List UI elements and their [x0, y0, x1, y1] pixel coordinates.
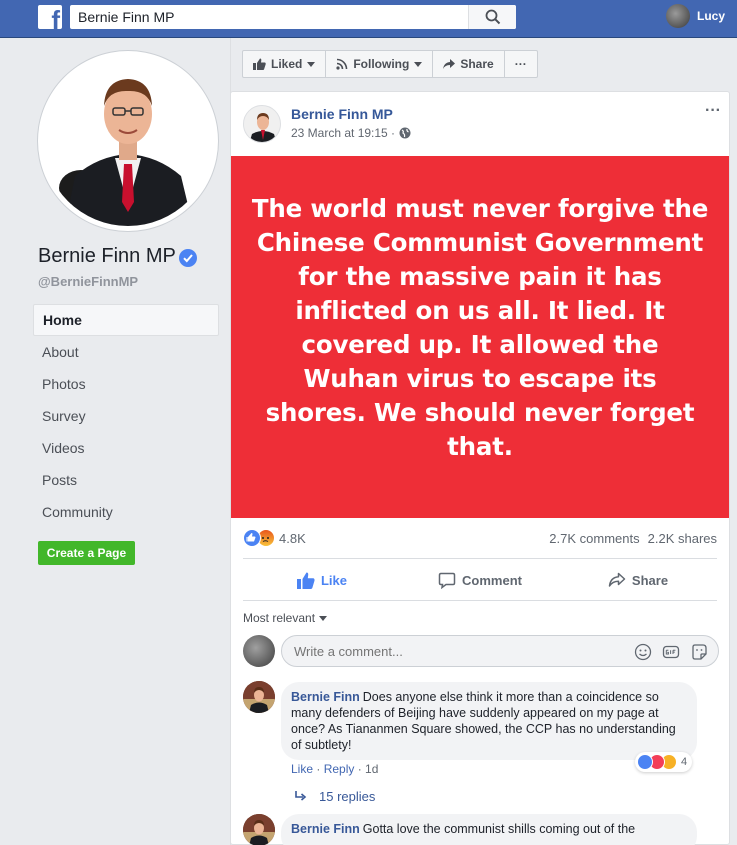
create-page-button[interactable]: Create a Page [38, 541, 135, 565]
comment-sort-dropdown[interactable]: Most relevant [243, 611, 328, 625]
nav-item-survey[interactable]: Survey [33, 400, 219, 432]
comments-count[interactable]: 2.7K comments [549, 531, 639, 546]
comment-like-link[interactable]: Like [291, 762, 313, 776]
comment-composer [281, 635, 719, 667]
page-actions: Liked Following Share ··· [242, 50, 538, 78]
nav-item-community[interactable]: Community [33, 496, 219, 528]
post-author-name[interactable]: Bernie Finn MP [291, 106, 393, 122]
globe-icon [399, 127, 411, 139]
liked-label: Liked [271, 57, 303, 71]
comment-author[interactable]: Bernie Finn [291, 822, 360, 836]
avatar[interactable] [243, 635, 275, 667]
share-button[interactable]: Share [559, 564, 717, 596]
more-options-button[interactable]: ··· [503, 50, 538, 78]
composer-icons [624, 643, 708, 661]
avatar[interactable] [243, 814, 275, 845]
share-arrow-icon [443, 58, 456, 69]
verified-badge-icon [179, 249, 197, 267]
comment-reactions[interactable]: 4 [635, 752, 693, 772]
search-input[interactable] [70, 5, 470, 29]
thumbs-up-icon [253, 58, 266, 70]
share-page-button[interactable]: Share [432, 50, 505, 78]
more-icon: ··· [514, 57, 527, 71]
page-nav: Home About Photos Survey Videos Posts Co… [33, 304, 219, 528]
view-replies-link[interactable]: 15 replies [295, 789, 375, 804]
chevron-down-icon [319, 615, 328, 621]
chevron-down-icon [414, 61, 423, 67]
comment-bubble: Bernie Finn Gotta love the communist shil… [281, 814, 697, 845]
like-reaction-icon [243, 529, 261, 547]
divider [243, 558, 717, 559]
facebook-logo-icon[interactable]: f [38, 5, 62, 33]
profile-photo [43, 56, 213, 226]
comment-icon [438, 572, 456, 589]
thumbs-up-icon [296, 572, 315, 589]
nav-item-about[interactable]: About [33, 336, 219, 368]
search-icon [485, 9, 501, 25]
post-options-button[interactable]: ··· [705, 102, 721, 120]
nav-item-videos[interactable]: Videos [33, 432, 219, 464]
like-label: Like [320, 572, 347, 588]
page-title: Bernie Finn MP [38, 245, 176, 267]
avatar[interactable] [666, 4, 690, 28]
comment-sort-label: Most relevant [243, 611, 316, 625]
reaction-count[interactable]: 4.8K [279, 531, 306, 546]
divider [243, 600, 717, 601]
share-label: Share [631, 572, 669, 588]
nav-item-home[interactable]: Home [33, 304, 219, 336]
comment-bubble: Bernie Finn Does anyone else think it mor… [281, 682, 697, 760]
post-time-text[interactable]: 23 March at 19:15 · [291, 126, 395, 140]
comment-reaction-count: 4 [681, 756, 688, 768]
post-card: Bernie Finn MP 23 March at 19:15 · ··· T… [230, 91, 730, 845]
comment-reply-link[interactable]: Reply [324, 762, 355, 776]
comment-actions: Like · Reply · 1d [291, 762, 379, 776]
top-bar: f Lucy [0, 0, 737, 38]
profile-picture[interactable] [38, 51, 218, 231]
rss-icon [336, 58, 348, 70]
comment-author[interactable]: Bernie Finn [291, 690, 360, 704]
comment-text: Gotta love the communist shills coming o… [362, 822, 636, 836]
search-button[interactable] [468, 5, 516, 29]
replies-count: 15 replies [319, 789, 376, 804]
post-stats: 2.7K comments 2.2K shares [549, 531, 717, 546]
liked-button[interactable]: Liked [242, 50, 327, 78]
nav-item-photos[interactable]: Photos [33, 368, 219, 400]
comment-label: Comment [462, 572, 522, 588]
post-action-bar: Like Comment Share [243, 564, 717, 596]
comment-button[interactable]: Comment [401, 564, 559, 596]
comment-age[interactable]: 1d [365, 762, 378, 776]
avatar[interactable] [243, 105, 281, 143]
following-button[interactable]: Following [325, 50, 434, 78]
like-reaction-icon [637, 754, 653, 770]
page-handle[interactable]: @BernieFinnMP [38, 274, 138, 289]
search-box [70, 5, 516, 29]
post-image-text: The world must never forgive the Chinese… [251, 194, 709, 461]
sticker-icon[interactable] [690, 643, 708, 661]
reply-arrow-icon [295, 791, 307, 801]
reactions-summary[interactable]: 4.8K [243, 528, 306, 548]
avatar[interactable] [243, 681, 275, 713]
user-name[interactable]: Lucy [697, 9, 725, 23]
shares-count[interactable]: 2.2K shares [648, 531, 717, 546]
comment-input[interactable] [294, 636, 614, 666]
following-label: Following [353, 57, 410, 71]
post-timestamp[interactable]: 23 March at 19:15 · [291, 126, 411, 140]
gif-icon[interactable] [662, 643, 680, 661]
share-label: Share [460, 57, 494, 71]
nav-item-posts[interactable]: Posts [33, 464, 219, 496]
share-arrow-icon [608, 572, 626, 587]
chevron-down-icon [307, 61, 316, 67]
post-image[interactable]: The world must never forgive the Chinese… [231, 156, 729, 518]
emoji-icon[interactable] [634, 643, 652, 661]
like-button[interactable]: Like [243, 564, 401, 596]
